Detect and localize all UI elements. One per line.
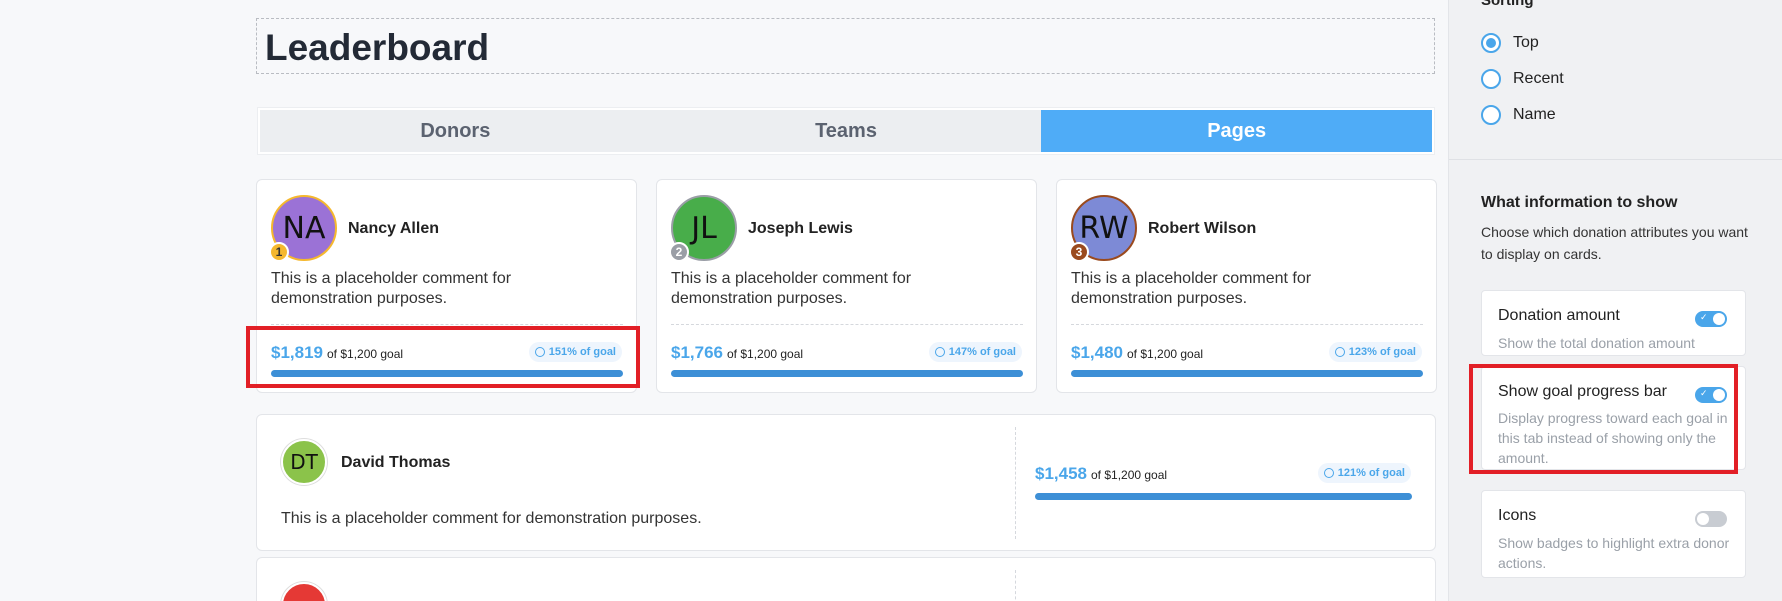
option-label: Icons (1498, 507, 1537, 524)
settings-sidebar: Sorting Top Recent Name What information… (1448, 0, 1782, 601)
option-desc: Show the total donation amount (1498, 335, 1695, 351)
radio-icon[interactable] (1481, 105, 1501, 125)
leader-row[interactable] (256, 557, 1436, 601)
toggle-switch[interactable] (1695, 511, 1727, 527)
leader-card-2[interactable]: JL 2 Joseph Lewis This is a placeholder … (656, 179, 1037, 393)
goal-percent-badge: 147% of goal (928, 342, 1022, 362)
sort-label: Top (1513, 34, 1539, 51)
sort-option-name[interactable]: Name (1481, 105, 1556, 125)
leader-card-3[interactable]: RW 3 Robert Wilson This is a placeholder… (1056, 179, 1437, 393)
sorting-heading: Sorting (1481, 0, 1534, 9)
goal-progress-bar (1071, 370, 1423, 377)
sort-option-top[interactable]: Top (1481, 33, 1539, 53)
card-divider (1071, 324, 1423, 325)
goal-percent-badge: 123% of goal (1328, 342, 1422, 362)
tab-pages[interactable]: Pages (1041, 110, 1433, 152)
check-icon: ✓ (1700, 312, 1708, 322)
rank-badge: 1 (269, 242, 289, 262)
section-divider (1449, 159, 1782, 160)
leader-row[interactable]: DT David Thomas This is a placeholder co… (256, 414, 1436, 551)
donor-comment: This is a placeholder comment for demons… (281, 510, 702, 527)
donor-name: Joseph Lewis (748, 220, 853, 237)
card-divider (671, 324, 1023, 325)
goal-icon (1334, 347, 1345, 357)
percent-text: 123% of goal (1348, 346, 1416, 358)
donor-comment: This is a placeholder comment for demons… (1071, 270, 1312, 307)
goal-icon (1323, 468, 1334, 478)
option-donation-amount: Donation amount ✓ Show the total donatio… (1481, 290, 1746, 356)
radio-icon[interactable] (1481, 69, 1501, 89)
toggle-switch[interactable]: ✓ (1695, 311, 1727, 327)
row-divider (1015, 570, 1016, 601)
goal-icon (934, 347, 945, 357)
donor-name: Nancy Allen (348, 220, 439, 237)
donor-name: Robert Wilson (1148, 220, 1257, 237)
donor-comment: This is a placeholder comment for demons… (271, 270, 512, 307)
goal-text: of $1,200 goal (1091, 468, 1168, 482)
card-divider (271, 324, 623, 325)
tab-teams[interactable]: Teams (650, 110, 1042, 152)
avatar-initials: NA (282, 210, 326, 246)
goal-text: of $1,200 goal (1127, 347, 1204, 361)
avatar-initials: JL (691, 210, 717, 246)
rank-badge: 2 (669, 242, 689, 262)
option-icons: Icons Show badges to highlight extra don… (1481, 490, 1746, 578)
info-section-desc: Choose which donation attributes you wan… (1481, 224, 1748, 262)
amount-value: $1,480 (1071, 343, 1123, 362)
sort-option-recent[interactable]: Recent (1481, 69, 1564, 89)
tab-bar: Donors Teams Pages (258, 108, 1434, 154)
amount-value: $1,458 (1035, 464, 1087, 483)
page-title: Leaderboard (265, 27, 490, 68)
option-desc: Show badges to highlight extra donor act… (1498, 535, 1730, 571)
sort-label: Name (1513, 106, 1556, 123)
tab-donors[interactable]: Donors (260, 110, 651, 152)
avatar: DT (281, 439, 327, 485)
rank-badge: 3 (1069, 242, 1089, 262)
info-section-title: What information to show (1481, 194, 1678, 211)
donation-amount: $1,458 of $1,200 goal (1035, 464, 1167, 484)
row-divider (1015, 427, 1016, 539)
leaderboard-main: Leaderboard Donors Teams Pages NA 1 Nanc… (0, 0, 1448, 601)
percent-text: 121% of goal (1337, 467, 1405, 479)
percent-text: 147% of goal (948, 346, 1016, 358)
donor-name: David Thomas (341, 454, 451, 471)
donation-amount: $1,480 of $1,200 goal (1071, 343, 1203, 363)
radio-selected-icon[interactable] (1481, 33, 1501, 53)
donor-comment: This is a placeholder comment for demons… (671, 270, 912, 307)
title-container[interactable]: Leaderboard (256, 18, 1435, 74)
avatar (281, 582, 327, 601)
goal-text: of $1,200 goal (727, 347, 804, 361)
avatar-initials: DT (290, 450, 318, 474)
option-label: Donation amount (1498, 307, 1620, 324)
sort-label: Recent (1513, 70, 1564, 87)
goal-percent-badge: 121% of goal (1317, 463, 1411, 483)
goal-progress-bar (671, 370, 1023, 377)
avatar-initials: RW (1079, 210, 1129, 246)
donation-amount: $1,766 of $1,200 goal (671, 343, 803, 363)
highlight-box (1469, 364, 1738, 474)
amount-value: $1,766 (671, 343, 723, 362)
goal-progress-bar (1035, 493, 1412, 500)
highlight-box (246, 326, 640, 388)
